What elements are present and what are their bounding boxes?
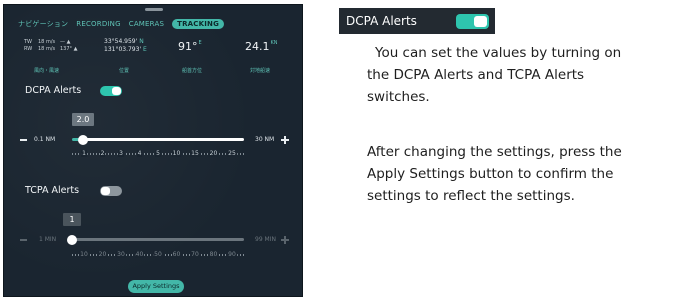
tcpa-min-label: 1 MIN [39, 236, 57, 243]
explanation-line: switches. [367, 89, 430, 105]
tcpa-scale-tick-label: 20 [97, 251, 108, 258]
header-toggle-illustration [456, 14, 489, 29]
latitude-hemisphere: N [139, 38, 144, 45]
explanation-line: Apply Settings button to confirm the [367, 166, 614, 182]
wind-label: 風向・風速 [34, 68, 60, 74]
tcpa-alerts-label: TCPA Alerts [25, 185, 80, 196]
tcpa-scale-tick-label: 70 [190, 251, 200, 258]
longitude-hemisphere: E [143, 46, 147, 53]
tab-navigation[interactable]: ナビゲーション [18, 19, 68, 29]
tcpa-scale-tick-label: 90 [227, 251, 237, 258]
heading-readout: 91°E [178, 40, 202, 53]
dcpa-scale-tick-label: 15 [190, 150, 200, 157]
tab-tracking[interactable]: TRACKING [172, 19, 225, 29]
drag-handle[interactable] [145, 8, 163, 11]
rw-speed: 18 m/s [38, 46, 56, 52]
explanation-paragraph-2: After changing the settings, press the A… [367, 141, 653, 207]
dcpa-slider-thumb[interactable] [78, 135, 88, 145]
dcpa-alerts-label: DCPA Alerts [25, 85, 82, 96]
tcpa-slider-thumb[interactable] [67, 235, 77, 245]
rw-label: RW [24, 46, 33, 52]
tcpa-scale-tick-label: 30 [116, 251, 126, 258]
tw-speed: 18 m/s [38, 39, 56, 45]
dcpa-alerts-toggle[interactable] [100, 86, 122, 96]
tcpa-slider-track[interactable] [72, 238, 244, 241]
tw-label: TW [24, 39, 32, 45]
dcpa-increase-button[interactable] [281, 136, 289, 144]
tab-recording[interactable]: RECORDING [76, 20, 120, 28]
dcpa-scale-tick-label: 1 [81, 150, 87, 157]
dcpa-max-label: 30 NM [255, 136, 275, 143]
heading-value: 91° [178, 40, 198, 53]
tcpa-scale-tick-label: 50 [153, 251, 163, 258]
longitude-value: 131°03.793' [104, 46, 142, 53]
explanation-line: You can set the values by turning on [375, 45, 622, 61]
heading-label: 船首方位 [182, 68, 203, 74]
tw-direction: — ▲ [60, 39, 71, 45]
position-readout: 33°54.959' N 131°03.793' E [104, 38, 147, 54]
tcpa-increase-button[interactable] [281, 236, 289, 244]
dcpa-scale: 1 2 3 4 5 10 15 20 25 [72, 150, 244, 158]
dcpa-slider-track[interactable] [72, 138, 244, 141]
tcpa-scale-tick-label: 60 [171, 251, 182, 258]
tcpa-scale: 10 20 30 40 50 60 70 80 90 [72, 251, 244, 259]
sog-unit: KN [270, 40, 278, 46]
dcpa-scale-tick-label: 5 [155, 150, 161, 157]
sog-readout: 24.1KN [245, 40, 278, 53]
apply-settings-button[interactable]: Apply Settings [128, 280, 184, 293]
dcpa-scale-tick-label: 3 [118, 150, 124, 157]
dcpa-value-display: 2.0 [72, 113, 94, 126]
explanation-line: After changing the settings, press the [367, 144, 622, 160]
explanation-line: settings to reflect the settings. [367, 188, 575, 204]
heading-unit: E [198, 40, 202, 46]
position-label: 位置 [119, 68, 130, 74]
dcpa-decrease-button[interactable] [20, 139, 27, 141]
explanation-line: the DCPA Alerts and TCPA Alerts [367, 67, 585, 83]
dcpa-min-label: 0.1 NM [34, 136, 56, 143]
tcpa-decrease-button[interactable] [20, 239, 27, 241]
dcpa-scale-tick-label: 4 [136, 150, 143, 157]
tab-bar: ナビゲーション RECORDING CAMERAS TRACKING [18, 17, 225, 31]
dcpa-scale-tick-label: 20 [208, 150, 219, 157]
latitude-value: 33°54.959' [104, 38, 138, 45]
header-title: DCPA Alerts [346, 14, 417, 28]
tcpa-scale-tick-label: 40 [134, 251, 145, 258]
sog-value: 24.1 [245, 40, 270, 53]
tcpa-max-label: 99 MIN [255, 236, 276, 243]
tcpa-value-display: 1 [63, 213, 81, 226]
dcpa-alerts-header: DCPA Alerts [339, 8, 495, 34]
tcpa-scale-tick-label: 80 [208, 251, 219, 258]
rw-direction: 137° ▲ [60, 46, 78, 52]
tcpa-scale-tick-label: 10 [79, 251, 89, 258]
dcpa-scale-tick-label: 10 [171, 150, 182, 157]
tracking-settings-panel: ナビゲーション RECORDING CAMERAS TRACKING TW 18… [3, 4, 303, 297]
tab-cameras[interactable]: CAMERAS [129, 20, 164, 28]
dcpa-scale-tick-label: 25 [227, 150, 237, 157]
dcpa-scale-tick-label: 2 [99, 150, 106, 157]
tcpa-alerts-toggle[interactable] [100, 186, 122, 196]
explanation-paragraph-1: You can set the values by turning on the… [367, 42, 653, 108]
sog-label: 対地船速 [250, 68, 271, 74]
